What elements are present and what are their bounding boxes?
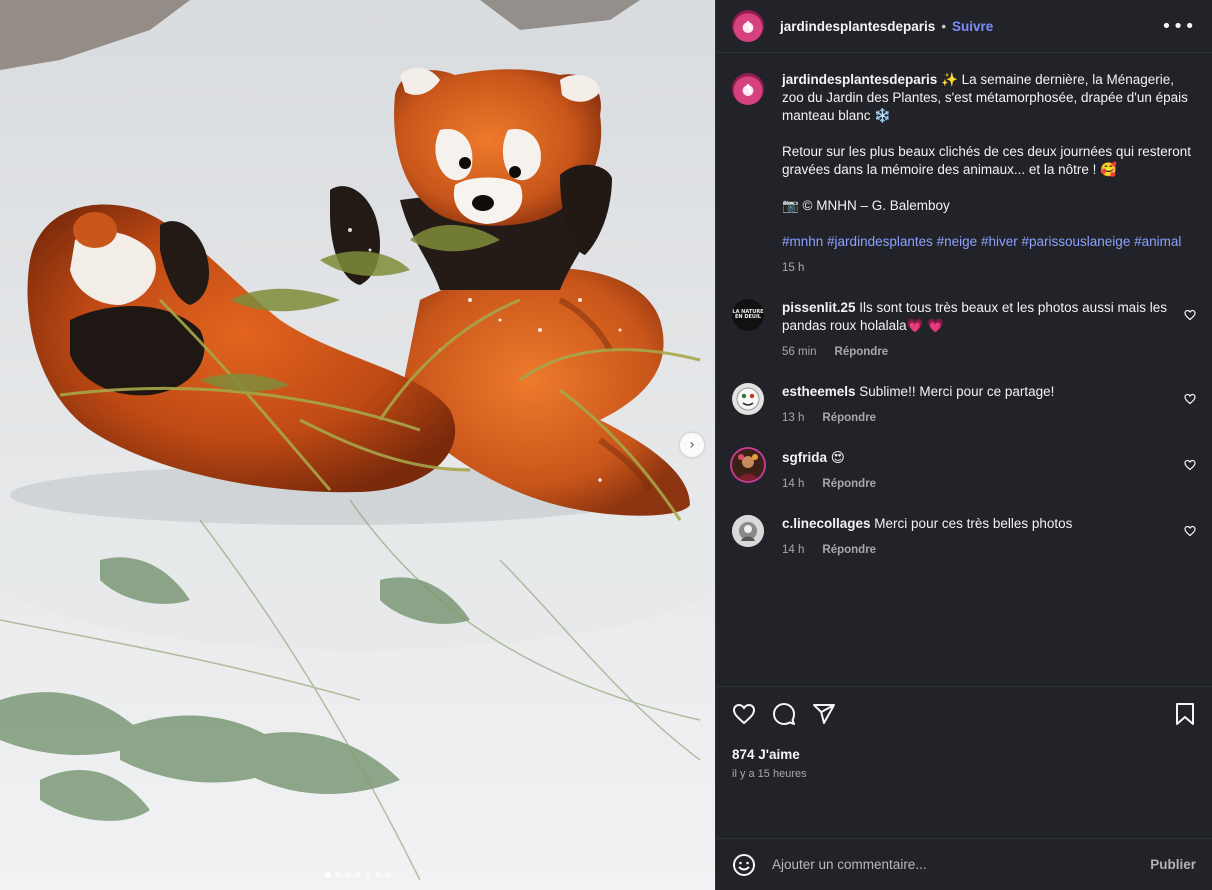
comment-text: pissenlit.25 Ils sont tous très beaux et… bbox=[782, 299, 1170, 335]
account-avatar[interactable]: A bbox=[732, 10, 764, 42]
action-icons bbox=[732, 699, 1196, 729]
chevron-right-icon: › bbox=[689, 437, 695, 453]
like-heart-icon[interactable] bbox=[732, 702, 756, 726]
post-header: A jardindesplantesdeparis • Suivre ••• bbox=[716, 0, 1212, 53]
commenter-username[interactable]: pissenlit.25 bbox=[782, 300, 856, 315]
comment-body: Sublime!! Merci pour ce partage! bbox=[855, 384, 1055, 399]
follow-button[interactable]: Suivre bbox=[952, 19, 993, 34]
comment-text: c.linecollages Merci pour ces très belle… bbox=[782, 515, 1170, 533]
carousel-dot bbox=[344, 872, 351, 878]
publish-button[interactable]: Publier bbox=[1150, 857, 1196, 872]
comment-item: LA NATURE EN DEUIL pissenlit.25 Ils sont… bbox=[732, 299, 1196, 361]
commenter-username[interactable]: estheemels bbox=[782, 384, 856, 399]
caption-text: jardindesplantesdeparis ✨ La semaine der… bbox=[782, 71, 1196, 125]
post-actions: 874 J'aime il y a 15 heures bbox=[716, 686, 1212, 838]
caption-username[interactable]: jardindesplantesdeparis bbox=[782, 72, 937, 87]
hashtag-link[interactable]: #mnhn bbox=[782, 234, 823, 249]
comment-input[interactable] bbox=[772, 857, 1151, 872]
carousel-dot bbox=[324, 872, 331, 878]
avatar-face-icon bbox=[736, 387, 760, 411]
like-comment-heart-icon[interactable] bbox=[1184, 309, 1196, 321]
comment-item: estheemels Sublime!! Merci pour ce parta… bbox=[732, 383, 1196, 427]
caption-avatar[interactable]: A bbox=[732, 73, 764, 105]
commenter-username[interactable]: c.linecollages bbox=[782, 516, 871, 531]
comment-time[interactable]: 13 h bbox=[782, 409, 804, 427]
comment-item: sgfrida 😍 14 h Répondre bbox=[732, 449, 1196, 493]
comment-body: Merci pour ces très belles photos bbox=[870, 516, 1073, 531]
post-timestamp[interactable]: il y a 15 heures bbox=[732, 768, 1196, 780]
comment-bubble-icon[interactable] bbox=[772, 702, 796, 726]
next-slide-button[interactable]: › bbox=[680, 433, 704, 457]
post-media[interactable]: › bbox=[0, 0, 715, 890]
reply-button[interactable]: Répondre bbox=[822, 409, 876, 427]
account-username[interactable]: jardindesplantesdeparis bbox=[780, 19, 935, 34]
like-comment-heart-icon[interactable] bbox=[1184, 393, 1196, 405]
avatar-label: LA NATURE EN DEUIL bbox=[732, 309, 764, 320]
reply-button[interactable]: Répondre bbox=[835, 343, 889, 361]
commenter-avatar[interactable] bbox=[732, 515, 764, 547]
comment-time[interactable]: 56 min bbox=[782, 343, 817, 361]
avatar-photo-icon bbox=[732, 449, 764, 481]
comment-text: estheemels Sublime!! Merci pour ce parta… bbox=[782, 383, 1170, 401]
header-separator: • bbox=[941, 18, 947, 34]
red-panda-photo bbox=[0, 0, 715, 890]
more-options-icon[interactable]: ••• bbox=[1161, 16, 1196, 37]
avatar-photo-icon bbox=[732, 515, 764, 547]
like-comment-heart-icon[interactable] bbox=[1184, 459, 1196, 471]
caption-time[interactable]: 15 h bbox=[782, 259, 804, 277]
caption: A jardindesplantesdeparis ✨ La semaine d… bbox=[732, 71, 1196, 277]
comments-section[interactable]: A jardindesplantesdeparis ✨ La semaine d… bbox=[716, 53, 1212, 686]
commenter-username[interactable]: sgfrida bbox=[782, 450, 827, 465]
account-logo-icon: A bbox=[743, 19, 753, 33]
hashtag-link[interactable]: #hiver bbox=[981, 234, 1018, 249]
caption-hashtags: #mnhn #jardindesplantes #neige #hiver #p… bbox=[782, 233, 1196, 251]
like-comment-heart-icon[interactable] bbox=[1184, 525, 1196, 537]
hashtag-link[interactable]: #jardindesplantes bbox=[827, 234, 933, 249]
carousel-dot bbox=[354, 872, 361, 878]
caption-credit: 📷 © MNHN – G. Balemboy bbox=[782, 198, 950, 213]
carousel-dot bbox=[334, 872, 341, 878]
commenter-avatar[interactable]: LA NATURE EN DEUIL bbox=[732, 299, 764, 331]
emoji-icon[interactable] bbox=[732, 853, 756, 877]
likes-count[interactable]: 874 J'aime bbox=[732, 747, 1196, 762]
save-bookmark-icon[interactable] bbox=[1174, 702, 1196, 726]
caption-line-2: Retour sur les plus beaux clichés de ces… bbox=[782, 144, 1191, 177]
comment-time[interactable]: 14 h bbox=[782, 541, 804, 559]
add-comment-bar: Publier bbox=[716, 838, 1212, 890]
carousel-dot bbox=[384, 872, 391, 878]
carousel-dot bbox=[374, 872, 381, 878]
carousel-indicators bbox=[0, 872, 715, 878]
reply-button[interactable]: Répondre bbox=[822, 475, 876, 493]
reply-button[interactable]: Répondre bbox=[822, 541, 876, 559]
comment-time[interactable]: 14 h bbox=[782, 475, 804, 493]
hashtag-link[interactable]: #parissouslaneige bbox=[1022, 234, 1131, 249]
carousel-dot bbox=[364, 872, 371, 878]
comment-body: 😍 bbox=[827, 450, 845, 465]
comment-text: sgfrida 😍 bbox=[782, 449, 1170, 467]
hashtag-link[interactable]: #animal bbox=[1134, 234, 1181, 249]
instagram-post: › A jardindesplantesdeparis • Suivre •••… bbox=[0, 0, 1212, 890]
commenter-avatar[interactable] bbox=[732, 449, 764, 481]
post-side-panel: A jardindesplantesdeparis • Suivre ••• A… bbox=[715, 0, 1212, 890]
account-logo-icon: A bbox=[743, 82, 753, 96]
share-paper-plane-icon[interactable] bbox=[812, 702, 836, 726]
hashtag-link[interactable]: #neige bbox=[937, 234, 978, 249]
comment-item: c.linecollages Merci pour ces très belle… bbox=[732, 515, 1196, 559]
commenter-avatar[interactable] bbox=[732, 383, 764, 415]
